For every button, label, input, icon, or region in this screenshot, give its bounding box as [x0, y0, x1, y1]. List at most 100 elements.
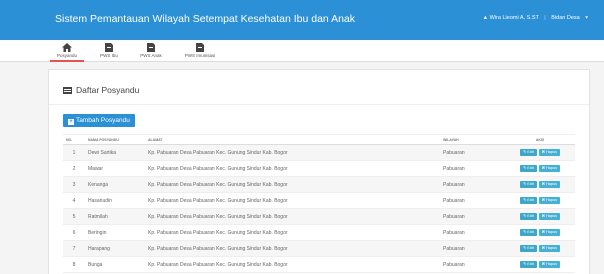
user-name: Wira Lieomi A, S.ST: [489, 15, 539, 21]
cell-wilayah: Pabuaran: [440, 144, 505, 161]
cell-alamat: Kp. Pabuaran Desa Pabuaran Kec. Gunung S…: [145, 192, 440, 209]
trash-icon: ✖: [541, 214, 545, 218]
trash-icon: ✖: [541, 166, 545, 170]
panel-title-text: Daftar Posyandu: [76, 85, 140, 95]
nav-item-label: PWS Ibu: [100, 53, 118, 58]
nav-item-posyandu[interactable]: Posyandu: [50, 40, 84, 62]
edit-label: Edit: [527, 166, 534, 170]
cell-wilayah: Pabuaran: [440, 208, 505, 225]
add-posyandu-label: Tambah Posyandu: [76, 117, 130, 124]
nav-item-pws-anak[interactable]: PWS Anak: [134, 40, 168, 62]
edit-icon: ✎: [522, 230, 527, 234]
edit-icon: ✎: [522, 182, 527, 186]
delete-button[interactable]: ✖ Hapus: [538, 181, 561, 188]
delete-label: Hapus: [546, 198, 558, 202]
delete-button[interactable]: ✖ Hapus: [538, 245, 561, 252]
edit-label: Edit: [527, 246, 534, 250]
cell-wilayah: Pabuaran: [440, 256, 505, 273]
nav-item-label: PWS Anak: [140, 53, 162, 58]
edit-button[interactable]: ✎ Edit: [519, 165, 537, 172]
edit-icon: ✎: [522, 262, 527, 266]
app-title: Sistem Pemantauan Wilayah Setempat Keseh…: [55, 13, 356, 25]
edit-button[interactable]: ✎ Edit: [519, 149, 537, 156]
cell-alamat: Kp. Pabuaran Desa Pabuaran Kec. Gunung S…: [145, 256, 440, 273]
header-alamat[interactable]: ALAMAT: [145, 134, 440, 145]
edit-button[interactable]: ✎ Edit: [519, 261, 537, 268]
edit-icon: ✎: [522, 246, 527, 250]
trash-icon: ✖: [541, 246, 545, 250]
delete-button[interactable]: ✖ Hapus: [538, 197, 561, 204]
delete-button[interactable]: ✖ Hapus: [538, 261, 561, 268]
posyandu-panel: Daftar Posyandu + Tambah Posyandu NO. NAM…: [48, 69, 590, 274]
edit-label: Edit: [527, 182, 534, 186]
nav-item-pws-imunisasi[interactable]: PWS Imunisasi: [176, 40, 224, 62]
edit-label: Edit: [527, 214, 534, 218]
cell-alamat: Kp. Pabuaran Desa Pabuaran Kec. Gunung S…: [145, 144, 440, 161]
table-row: 6 Beringin Kp. Pabuaran Desa Pabuaran Kec.…: [63, 224, 575, 241]
cell-no: 6: [63, 224, 85, 241]
delete-label: Hapus: [546, 214, 558, 218]
home-icon: [62, 43, 72, 52]
cell-wilayah: Pabuaran: [440, 224, 505, 241]
cell-aksi: ✎ Edit ✖ Hapus: [505, 256, 575, 273]
edit-icon: ✎: [522, 198, 527, 202]
cell-wilayah: Pabuaran: [440, 240, 505, 257]
edit-icon: ✎: [522, 150, 527, 154]
cell-no: 4: [63, 192, 85, 209]
cell-wilayah: Pabuaran: [440, 176, 505, 193]
header-no[interactable]: NO.: [63, 134, 85, 145]
cell-alamat: Kp. Pabuaran Desa Pabuaran Kec. Gunung S…: [145, 208, 440, 225]
cell-no: 8: [63, 256, 85, 273]
table-row: 5 Ratmilah Kp. Pabuaran Desa Pabuaran Kec.…: [63, 208, 575, 225]
main-nav: Posyandu PWS Ibu PWS Anak PWS Imunisasi: [0, 40, 604, 62]
cell-nama: Ratmilah: [85, 208, 145, 225]
document-icon: [105, 43, 113, 52]
panel-title: Daftar Posyandu: [63, 85, 139, 95]
trash-icon: ✖: [541, 198, 545, 202]
delete-button[interactable]: ✖ Hapus: [538, 229, 561, 236]
posyandu-table: NO. NAMA POSYANDU ALAMAT WILAYAH AKSI 1D…: [63, 134, 575, 273]
delete-label: Hapus: [546, 230, 558, 234]
edit-button[interactable]: ✎ Edit: [519, 245, 537, 252]
delete-label: Hapus: [546, 262, 558, 266]
add-posyandu-button[interactable]: + Tambah Posyandu: [63, 114, 135, 127]
list-icon: [63, 87, 72, 94]
role-menu[interactable]: Bidan Desa: [551, 15, 579, 21]
document-icon: [196, 43, 204, 52]
edit-button[interactable]: ✎ Edit: [519, 213, 537, 220]
edit-label: Edit: [527, 198, 534, 202]
header-nama[interactable]: NAMA POSYANDU: [85, 134, 145, 145]
delete-button[interactable]: ✖ Hapus: [538, 165, 561, 172]
delete-button[interactable]: ✖ Hapus: [538, 149, 561, 156]
nav-item-pws-ibu[interactable]: PWS Ibu: [92, 40, 126, 62]
edit-label: Edit: [527, 230, 534, 234]
cell-nama: Bunga: [85, 256, 145, 273]
cell-wilayah: Pabuaran: [440, 192, 505, 209]
cell-aksi: ✎ Edit ✖ Hapus: [505, 208, 575, 225]
edit-button[interactable]: ✎ Edit: [519, 181, 537, 188]
user-menu[interactable]: ▲ Wira Lieomi A, S.ST | Bidan Desa ▾: [483, 15, 588, 21]
cell-wilayah: Pabuaran: [440, 160, 505, 177]
cell-alamat: Kp. Pabuaran Desa Pabuaran Kec. Gunung S…: [145, 224, 440, 241]
trash-icon: ✖: [541, 262, 545, 266]
separator: |: [544, 15, 546, 21]
cell-aksi: ✎ Edit ✖ Hapus: [505, 192, 575, 209]
trash-icon: ✖: [541, 150, 545, 154]
edit-label: Edit: [527, 262, 534, 266]
cell-alamat: Kp. Pabuaran Desa Pabuaran Kec. Gunung S…: [145, 176, 440, 193]
trash-icon: ✖: [541, 182, 545, 186]
header-wilayah[interactable]: WILAYAH: [440, 134, 505, 145]
top-bar: Sistem Pemantauan Wilayah Setempat Keseh…: [0, 0, 604, 40]
table-row: 4 Hasanudin Kp. Pabuaran Desa Pabuaran Kec…: [63, 192, 575, 209]
edit-button[interactable]: ✎ Edit: [519, 197, 537, 204]
edit-icon: ✎: [522, 214, 527, 218]
edit-button[interactable]: ✎ Edit: [519, 229, 537, 236]
cell-nama: Mawar: [85, 160, 145, 177]
table-row: 2 Mawar Kp. Pabuaran Desa Pabuaran Kec. Gu…: [63, 160, 575, 177]
cell-no: 7: [63, 240, 85, 257]
header-aksi: AKSI: [505, 134, 575, 145]
cell-aksi: ✎ Edit ✖ Hapus: [505, 224, 575, 241]
trash-icon: ✖: [541, 230, 545, 234]
chevron-down-icon[interactable]: ▾: [585, 15, 588, 21]
delete-button[interactable]: ✖ Hapus: [538, 213, 561, 220]
